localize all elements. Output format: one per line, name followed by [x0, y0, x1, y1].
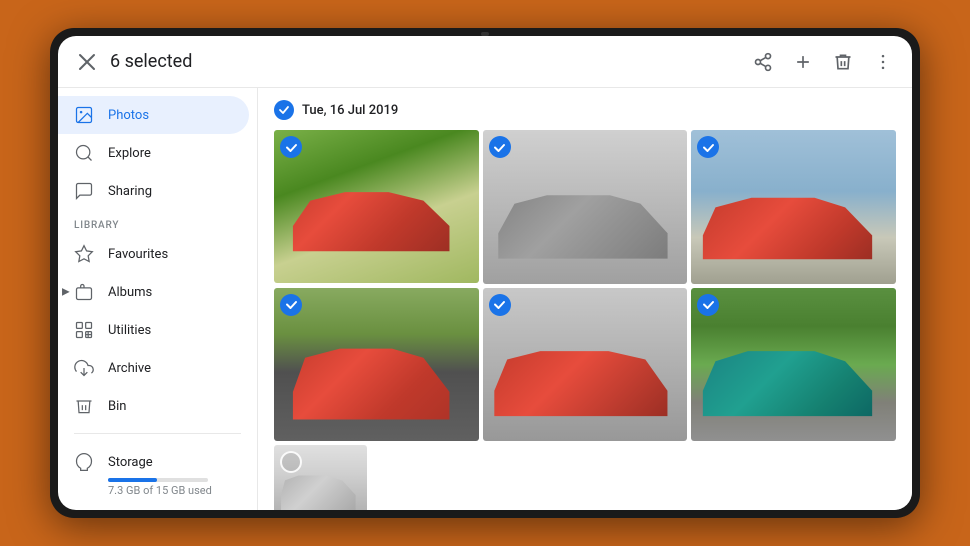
photo-grid-row1 — [274, 130, 896, 284]
sidebar-item-albums[interactable]: ▶ Albums — [58, 273, 249, 311]
share-button[interactable] — [752, 51, 774, 73]
library-section-label: LIBRARY — [58, 210, 257, 235]
photo-bg-2 — [483, 130, 688, 284]
explore-icon — [74, 143, 94, 163]
bin-icon — [74, 396, 94, 416]
sidebar-item-favourites[interactable]: Favourites — [58, 235, 249, 273]
sharing-label: Sharing — [108, 184, 152, 199]
favourites-icon — [74, 244, 94, 264]
header-actions — [752, 51, 894, 73]
sidebar-item-archive[interactable]: Archive — [58, 349, 249, 387]
photo-uncheck-7 — [280, 451, 302, 473]
utilities-icon — [74, 320, 94, 340]
sidebar-item-photos[interactable]: Photos — [58, 96, 249, 134]
photo-grid-row2 — [274, 288, 896, 442]
photos-label: Photos — [108, 108, 149, 123]
storage-icon — [74, 452, 94, 472]
photo-check-6 — [697, 294, 719, 316]
photo-bg-1 — [274, 130, 479, 283]
sidebar-item-explore[interactable]: Explore — [58, 134, 249, 172]
photo-cell-7[interactable] — [274, 445, 367, 510]
header: 6 selected — [58, 36, 912, 88]
storage-label: Storage — [108, 455, 153, 470]
photo-cell-6[interactable] — [691, 288, 896, 442]
photo-bg-3 — [691, 130, 896, 284]
photo-bg-6 — [691, 288, 896, 442]
albums-label: Albums — [108, 285, 152, 300]
photo-check-5 — [489, 294, 511, 316]
storage-bar-fill — [108, 478, 157, 482]
storage-bar — [108, 478, 208, 482]
photo-cell-1[interactable] — [274, 130, 479, 283]
photos-icon — [74, 105, 94, 125]
storage-section: Storage 7.3 GB of 15 GB used — [58, 442, 257, 507]
close-button[interactable] — [76, 51, 98, 73]
storage-item: Storage — [74, 452, 241, 472]
favourites-label: Favourites — [108, 247, 168, 262]
date-check-icon — [274, 100, 294, 120]
explore-label: Explore — [108, 146, 151, 161]
add-button[interactable] — [792, 51, 814, 73]
more-button[interactable] — [872, 51, 894, 73]
content-area: Photos Explore S — [58, 88, 912, 510]
bin-label: Bin — [108, 399, 126, 414]
photo-check-4 — [280, 294, 302, 316]
photo-cell-2[interactable] — [483, 130, 688, 284]
storage-used-text: 7.3 GB of 15 GB used — [108, 484, 241, 497]
photo-check-2 — [489, 136, 511, 158]
archive-icon — [74, 358, 94, 378]
photo-cell-3[interactable] — [691, 130, 896, 284]
albums-expand-arrow: ▶ — [62, 287, 70, 298]
date-label: Tue, 16 Jul 2019 — [302, 103, 398, 118]
sidebar-item-utilities[interactable]: Utilities — [58, 311, 249, 349]
photo-bg-5 — [483, 288, 688, 442]
screen: 6 selected — [58, 36, 912, 510]
main-content: Tue, 16 Jul 2019 — [258, 88, 912, 510]
device-frame: 6 selected — [50, 28, 920, 518]
photo-cell-5[interactable] — [483, 288, 688, 442]
sidebar-divider — [74, 433, 241, 434]
utilities-label: Utilities — [108, 323, 151, 338]
selection-count: 6 selected — [110, 51, 192, 72]
archive-label: Archive — [108, 361, 151, 376]
albums-icon — [74, 282, 94, 302]
sharing-icon — [74, 181, 94, 201]
sidebar: Photos Explore S — [58, 88, 258, 510]
header-left: 6 selected — [76, 51, 192, 73]
date-header: Tue, 16 Jul 2019 — [274, 100, 896, 120]
sidebar-item-sharing[interactable]: Sharing — [58, 172, 249, 210]
photo-grid-row3 — [274, 445, 896, 510]
sidebar-item-bin[interactable]: Bin — [58, 387, 249, 425]
photo-bg-4 — [274, 288, 479, 441]
delete-button[interactable] — [832, 51, 854, 73]
photo-check-1 — [280, 136, 302, 158]
photo-cell-4[interactable] — [274, 288, 479, 441]
